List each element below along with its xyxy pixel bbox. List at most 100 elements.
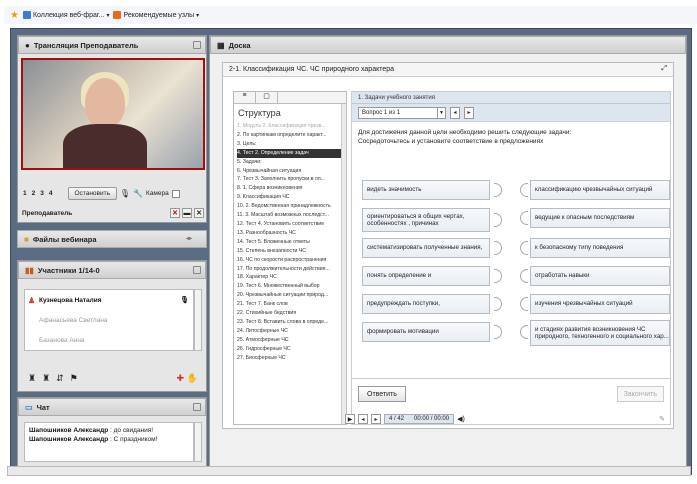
right-match-item[interactable]: к безопасному типу поведения <box>530 238 670 258</box>
connector-icon[interactable] <box>494 325 502 339</box>
connector-icon[interactable] <box>494 297 502 311</box>
structure-item-selected[interactable]: 4. Тест 2. Определение задач <box>237 148 341 158</box>
right-match-item[interactable]: классификацию чрезвычайных ситуаций <box>530 180 670 200</box>
structure-item[interactable]: 14. Тест 5. Вложенные ответы <box>237 238 341 247</box>
structure-item[interactable]: 11. 3. Масштаб возможных последст... <box>237 211 341 220</box>
page-1[interactable]: 1 <box>22 190 28 197</box>
filter-icon[interactable]: ⚑ <box>70 373 78 384</box>
connector-icon[interactable] <box>520 269 528 283</box>
participant-row[interactable]: ♟ Кузнецова Наталия 🎙 <box>25 290 193 310</box>
connector-icon[interactable] <box>520 183 528 197</box>
microphone-icon[interactable]: 🎙 <box>180 296 189 304</box>
structure-item[interactable]: 7. Тест 3. Заполнить пропуски в оп... <box>237 175 341 184</box>
left-match-item[interactable]: понять определение и <box>362 266 490 286</box>
question-select[interactable]: Вопрос 1 из 1 ▼ <box>358 106 446 119</box>
close-icon[interactable]: ✕ <box>170 208 180 218</box>
structure-item[interactable]: 23. Тест 8. Вставить слова в опреде... <box>237 318 341 327</box>
horizontal-scrollbar[interactable] <box>7 466 691 476</box>
left-match-item[interactable]: видеть значимость <box>362 180 490 200</box>
play-icon[interactable]: ▶ <box>345 414 355 424</box>
left-match-item[interactable]: систематизировать полученные знания, <box>362 238 490 258</box>
participant-row[interactable]: Афанасьева Светлана <box>25 310 193 330</box>
participants-panel: ▮▮ Участники 1/14-0 ♟ Кузнецова Наталия … <box>17 260 207 392</box>
structure-item[interactable]: 6. Чрезвычайная ситуация <box>237 167 341 176</box>
structure-item[interactable]: 5. Задачи: <box>237 158 341 167</box>
left-match-item[interactable]: формировать мотивации <box>362 322 490 342</box>
connector-icon[interactable] <box>520 211 528 225</box>
favorites-item-suggested[interactable]: Рекомендуемые узлы ▾ <box>113 11 199 19</box>
favorites-star-icon[interactable]: ★ <box>10 10 19 21</box>
collapse-arrows-icon[interactable]: ◂▸ <box>186 235 192 242</box>
structure-item[interactable]: 1. Модуль 2. Классификация чрезв... <box>237 122 341 131</box>
structure-item[interactable]: 9. Классификация ЧС <box>237 193 341 202</box>
structure-item[interactable]: 13. Разнообразность ЧС <box>237 229 341 238</box>
instruction-line-1: Для достижения данной цели необходимо ре… <box>358 129 572 136</box>
expand-icon[interactable] <box>193 266 201 274</box>
connector-icon[interactable] <box>494 183 502 197</box>
finish-button[interactable]: Закончить <box>616 386 664 402</box>
edit-icon[interactable]: ✎ <box>659 415 665 423</box>
structure-item[interactable]: 8. 1. Сфера возникновения <box>237 184 341 193</box>
hand-icon[interactable]: ✋ <box>187 373 198 384</box>
stop-button[interactable]: Остановить <box>67 187 117 200</box>
connector-icon[interactable] <box>494 213 502 227</box>
minimize-icon[interactable]: ▬ <box>182 208 192 218</box>
answer-button[interactable]: Ответить <box>358 386 406 402</box>
structure-item[interactable]: 21. Тест 7. Банк слов <box>237 300 341 309</box>
right-match-item[interactable]: отработать навыки <box>530 266 670 286</box>
microphone-icon[interactable]: 🎙 <box>120 189 130 199</box>
left-match-item[interactable]: предупреждать поступки, <box>362 294 490 314</box>
structure-item[interactable]: 25. Атмосферные ЧС <box>237 336 341 345</box>
structure-item[interactable]: 15. Степень внезапности ЧС <box>237 247 341 256</box>
expand-icon[interactable] <box>193 403 201 411</box>
connector-icon[interactable] <box>494 269 502 283</box>
structure-item[interactable]: 16. ЧС по скорости распространения <box>237 256 341 265</box>
structure-item[interactable]: 24. Литосферные ЧС <box>237 327 341 336</box>
participant-row[interactable]: Базанова Анна <box>25 330 193 350</box>
connector-icon[interactable] <box>520 325 528 339</box>
camera-checkbox[interactable] <box>171 189 180 198</box>
structure-item[interactable]: 17. По продолжительности действия... <box>237 265 341 274</box>
structure-item[interactable]: 22. Стихийные бедствия <box>237 309 341 318</box>
user-icon: ♟ <box>28 295 36 305</box>
right-match-item[interactable]: и стадиях развития возникновения ЧС прир… <box>530 320 670 346</box>
structure-item[interactable]: 19. Тест 6. Множественный выбор <box>237 282 341 291</box>
structure-item[interactable]: 26. Гидросферные ЧС <box>237 345 341 354</box>
connector-icon[interactable] <box>520 297 528 311</box>
chat-scrollbar[interactable] <box>194 422 202 462</box>
users-add-icon[interactable]: ♜ <box>42 373 50 384</box>
right-match-item[interactable]: ведущие к опасным последствиям <box>530 208 670 228</box>
structure-item[interactable]: 10. 2. Ведомственная принадлежность <box>237 202 341 211</box>
page-4[interactable]: 4 <box>48 190 54 197</box>
structure-item[interactable]: 18. Характер ЧС <box>237 273 341 282</box>
connector-icon[interactable] <box>520 241 528 255</box>
structure-item[interactable]: 20. Чрезвычайные ситуации природ... <box>237 291 341 300</box>
fullscreen-icon[interactable]: ⤢ <box>661 65 667 73</box>
remove-icon[interactable]: ✕ <box>194 208 204 218</box>
structure-scrollbar[interactable] <box>341 104 346 424</box>
users-icon[interactable]: ♜ <box>28 373 36 384</box>
structure-item[interactable]: 2. По картинкам определите характ... <box>237 131 341 140</box>
tab-pages-icon[interactable]: ▢ <box>256 92 278 103</box>
files-header[interactable]: ■ Файлы вебинара ◂▸ <box>17 230 207 248</box>
settings-wrench-icon[interactable]: 🔧 <box>133 189 143 199</box>
left-match-item[interactable]: ориентироваться в общих чертах, особенно… <box>362 208 490 232</box>
structure-item[interactable]: 27. Биосферные ЧС <box>237 354 341 363</box>
invite-icon[interactable]: ✚ <box>176 373 184 384</box>
tab-list-icon[interactable]: ≡ <box>234 92 256 103</box>
next-slide-icon[interactable]: ▸ <box>371 414 381 424</box>
structure-item[interactable]: 12. Тест 4. Установить соответствие <box>237 220 341 229</box>
page-3[interactable]: 3 <box>39 190 45 197</box>
participants-scrollbar[interactable] <box>194 289 202 351</box>
favorites-item-collection[interactable]: Коллекция веб-фраг... ▾ <box>22 11 109 19</box>
connector-icon[interactable] <box>494 241 502 255</box>
sort-icon[interactable]: ⇵ <box>56 373 64 384</box>
page-2[interactable]: 2 <box>31 190 37 197</box>
prev-slide-icon[interactable]: ◂ <box>358 414 368 424</box>
structure-item[interactable]: 3. Цель: <box>237 140 341 149</box>
next-question-button[interactable]: ▸ <box>464 106 474 119</box>
right-match-item[interactable]: изучения чрезвычайных ситуаций <box>530 294 670 314</box>
volume-icon[interactable]: ◀) <box>457 415 465 423</box>
expand-icon[interactable] <box>193 41 201 49</box>
prev-question-button[interactable]: ◂ <box>450 106 460 119</box>
